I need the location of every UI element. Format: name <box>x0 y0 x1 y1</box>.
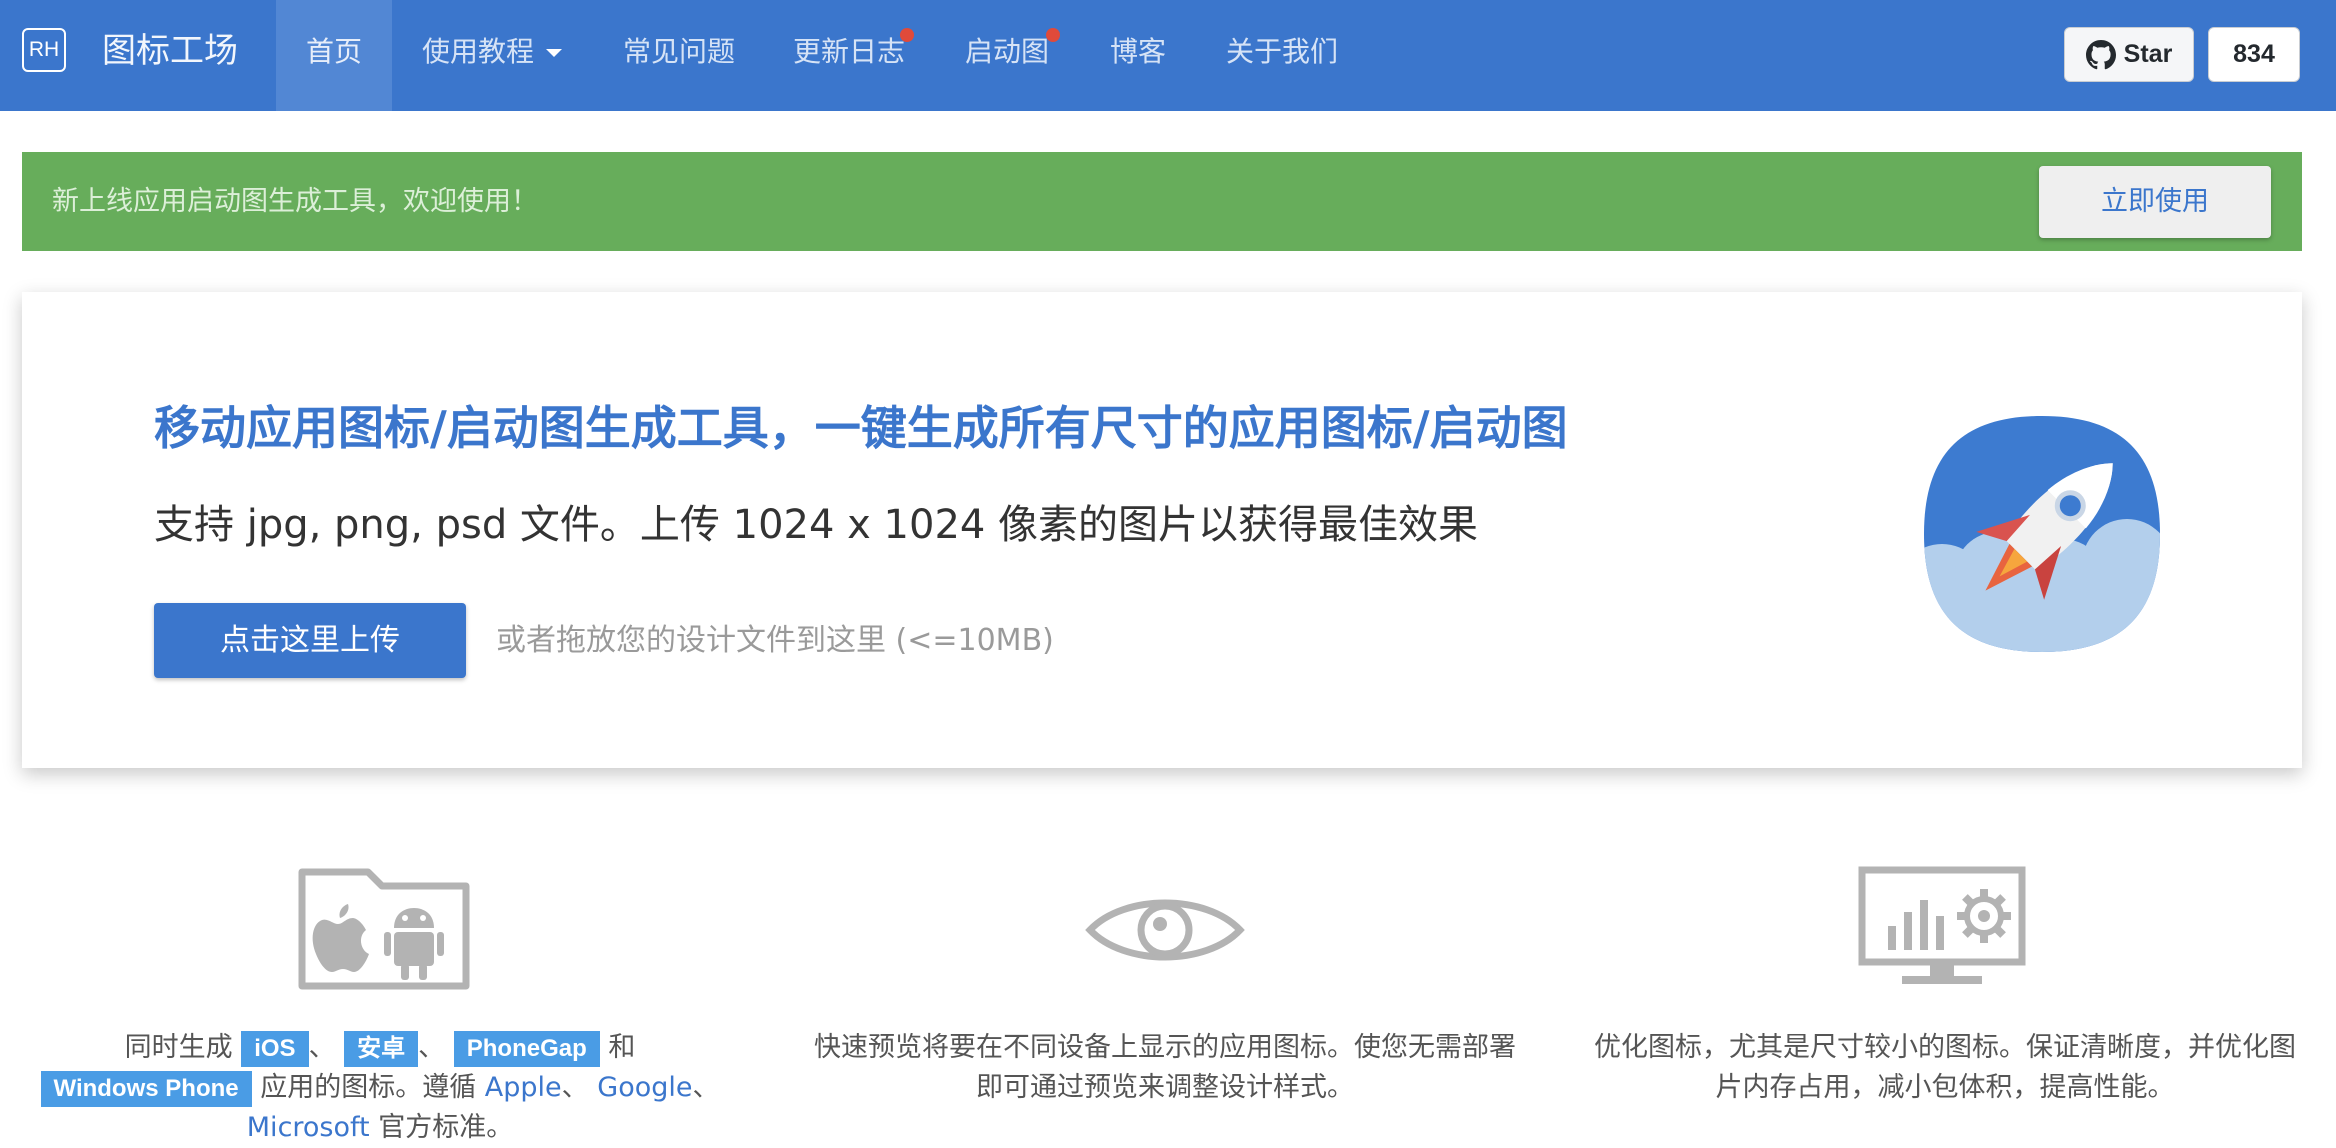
nav-item-tutorial[interactable]: 使用教程 <box>392 0 592 111</box>
brand-name[interactable]: 图标工场 <box>102 28 238 74</box>
apple-link[interactable]: Apple <box>485 1072 562 1103</box>
nav-item-changelog[interactable]: 更新日志 <box>763 0 935 111</box>
github-star-count[interactable]: 834 <box>2208 27 2300 82</box>
nav-item-splash[interactable]: 启动图 <box>935 0 1079 111</box>
top-navbar: RH 图标工场 首页 使用教程 常见问题 更新日志 启动图 博客 关于我们 St… <box>0 0 2336 111</box>
page-subtitle: 支持 jpg, png, psd 文件。上传 1024 x 1024 像素的图片… <box>154 502 1479 548</box>
feature-text-prefix: 同时生成 <box>124 1032 233 1063</box>
brand-logo[interactable]: RH <box>22 28 66 72</box>
nav-item-label: 常见问题 <box>623 35 736 68</box>
monitor-chart-gear-icon <box>1858 866 2026 984</box>
rocket-icon <box>1924 416 2160 652</box>
announcement-text: 新上线应用启动图生成工具，欢迎使用！ <box>52 186 538 217</box>
microsoft-link[interactable]: Microsoft <box>247 1112 370 1143</box>
separator: 、 <box>418 1032 446 1063</box>
separator: 、 <box>692 1072 720 1103</box>
separator: 、 <box>308 1032 336 1063</box>
tag-ios: iOS <box>241 1031 309 1067</box>
nav-item-label: 首页 <box>306 35 363 68</box>
feature-preview-text: 快速预览将要在不同设备上显示的应用图标。使您无需部署即可通过预览来调整设计样式。 <box>814 1032 1516 1103</box>
feature-text-suffix: 官方标准。 <box>378 1112 514 1143</box>
upload-hero-card[interactable]: 移动应用图标/启动图生成工具，一键生成所有尺寸的应用图标/启动图 支持 jpg,… <box>22 292 2302 768</box>
tag-phonegap: PhoneGap <box>453 1031 600 1067</box>
caret-down-icon <box>546 49 563 57</box>
tag-android: 安卓 <box>344 1031 419 1067</box>
feature-line-2: Windows Phone 应用的图标。遵循 Apple、 Google、 <box>30 1068 730 1108</box>
feature-text-and: 和 <box>608 1032 636 1063</box>
nav-item-label: 博客 <box>1110 35 1167 68</box>
tag-windows-phone: Windows Phone <box>40 1071 252 1107</box>
announcement-bar: 新上线应用启动图生成工具，欢迎使用！ 立即使用 <box>22 152 2302 251</box>
feature-text-middle: 应用的图标。遵循 <box>260 1072 477 1103</box>
nav-item-label: 更新日志 <box>793 35 906 68</box>
page-title: 移动应用图标/启动图生成工具，一键生成所有尺寸的应用图标/启动图 <box>154 401 1568 455</box>
nav-item-about[interactable]: 关于我们 <box>1196 0 1368 111</box>
splash-notice-dot <box>1046 28 1060 42</box>
github-star-label: Star <box>2123 40 2173 68</box>
separator: 、 <box>561 1072 589 1103</box>
github-icon <box>2085 39 2116 69</box>
drop-zone-hint: 或者拖放您的设计文件到这里 (<=10MB) <box>496 623 1054 658</box>
github-star-button[interactable]: Star <box>2064 27 2194 82</box>
upload-button[interactable]: 点击这里上传 <box>154 603 466 678</box>
nav-item-label: 启动图 <box>965 35 1050 68</box>
nav-item-blog[interactable]: 博客 <box>1080 0 1196 111</box>
feature-line-1: 同时生成 iOS、 安卓、 PhoneGap 和 <box>30 1028 730 1068</box>
nav-item-label: 使用教程 <box>422 35 535 68</box>
use-now-button[interactable]: 立即使用 <box>2039 166 2271 238</box>
nav-item-home[interactable]: 首页 <box>276 0 393 111</box>
google-link[interactable]: Google <box>597 1072 692 1103</box>
feature-multi-platform: 同时生成 iOS、 安卓、 PhoneGap 和 Windows Phone 应… <box>30 1028 730 1148</box>
feature-line-3: Microsoft 官方标准。 <box>30 1108 730 1148</box>
folder-apple-android-icon <box>298 868 470 990</box>
nav-item-label: 关于我们 <box>1226 35 1339 68</box>
nav-item-faq[interactable]: 常见问题 <box>593 0 765 111</box>
changelog-notice-dot <box>900 28 914 42</box>
eye-icon <box>1085 899 1245 961</box>
feature-optimize-text: 优化图标，尤其是尺寸较小的图标。保证清晰度，并优化图片内存占用，减小包体积，提高… <box>1594 1032 2296 1103</box>
